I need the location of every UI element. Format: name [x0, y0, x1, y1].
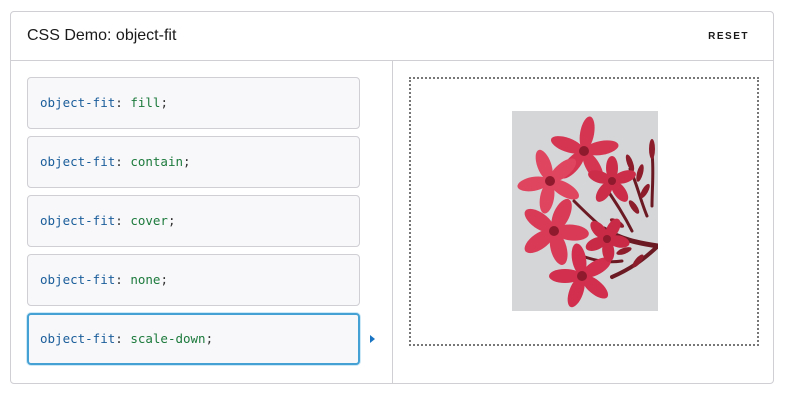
choice-none[interactable]: object-fit: none;	[27, 254, 360, 306]
choice-semicolon: ;	[167, 213, 176, 228]
choice-value: contain	[130, 154, 184, 169]
choice-property: object-fit	[40, 154, 116, 169]
choice-semicolon: ;	[160, 95, 168, 110]
demo-header: CSS Demo: object-fit RESET	[11, 12, 773, 61]
choice-semicolon: ;	[205, 331, 214, 346]
choice-colon: :	[115, 213, 123, 228]
choice-fill[interactable]: object-fit: fill;	[27, 77, 360, 129]
page-title: CSS Demo: object-fit	[27, 27, 177, 44]
choice-colon: :	[115, 154, 123, 169]
choice-colon: :	[115, 272, 123, 287]
choice-property: object-fit	[40, 95, 116, 110]
selected-arrow-icon	[370, 335, 375, 343]
choice-value: none	[130, 272, 161, 287]
choice-semicolon: ;	[183, 154, 191, 169]
choice-value: fill	[130, 95, 161, 110]
choice-scale-down[interactable]: object-fit: scale-down;	[27, 313, 360, 365]
flower-image	[512, 111, 658, 311]
choices-panel: object-fit: fill; object-fit: contain; o…	[11, 61, 393, 383]
pink-flower-branch-photo-icon	[512, 111, 658, 311]
choice-semicolon: ;	[160, 272, 168, 287]
choice-cover[interactable]: object-fit: cover;	[27, 195, 360, 247]
choice-value: cover	[130, 213, 168, 228]
output-area	[409, 77, 759, 346]
demo-panel: CSS Demo: object-fit RESET object-fit: f…	[10, 11, 774, 384]
choice-contain[interactable]: object-fit: contain;	[27, 136, 360, 188]
choice-colon: :	[115, 95, 123, 110]
reset-button[interactable]: RESET	[698, 26, 759, 46]
choice-property: object-fit	[40, 272, 116, 287]
choice-property: object-fit	[40, 213, 116, 228]
choice-property: object-fit	[40, 331, 116, 346]
choice-value: scale-down	[130, 331, 206, 346]
choice-colon: :	[115, 331, 123, 346]
